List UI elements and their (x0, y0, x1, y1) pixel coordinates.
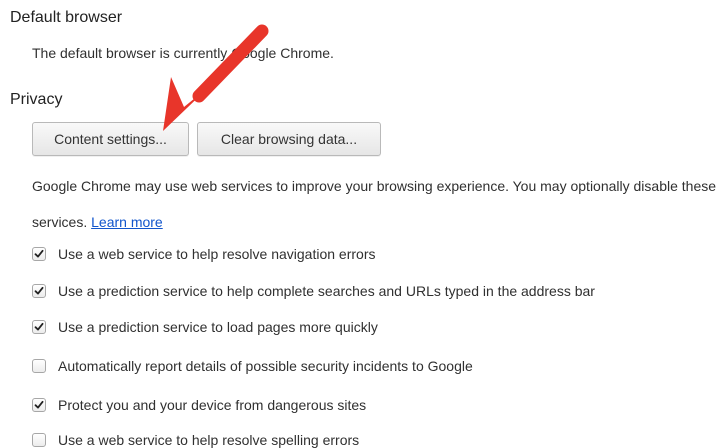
option-prediction-load[interactable]: Use a prediction service to load pages m… (32, 318, 378, 336)
checkmark-icon (34, 286, 44, 295)
option-spelling-errors[interactable]: Use a web service to help resolve spelli… (32, 431, 359, 448)
checkmark-icon (34, 322, 44, 331)
navigation-errors-checkbox[interactable] (32, 247, 46, 261)
option-navigation-errors[interactable]: Use a web service to help resolve naviga… (32, 245, 376, 263)
checkmark-icon (34, 249, 44, 258)
default-browser-status: The default browser is currently Google … (32, 45, 334, 61)
privacy-description: Google Chrome may use web services to im… (32, 168, 718, 240)
security-incidents-checkbox[interactable] (32, 359, 46, 373)
option-prediction-search[interactable]: Use a prediction service to help complet… (32, 282, 595, 300)
option-security-incidents[interactable]: Automatically report details of possible… (32, 357, 473, 375)
clear-browsing-data-button[interactable]: Clear browsing data... (197, 122, 381, 156)
content-settings-button[interactable]: Content settings... (32, 122, 189, 156)
default-browser-heading: Default browser (10, 9, 123, 26)
dangerous-sites-label: Protect you and your device from dangero… (58, 397, 367, 413)
checkmark-icon (34, 400, 44, 409)
prediction-load-checkbox[interactable] (32, 320, 46, 334)
prediction-search-label: Use a prediction service to help complet… (58, 283, 595, 299)
prediction-load-label: Use a prediction service to load pages m… (58, 319, 378, 335)
option-dangerous-sites[interactable]: Protect you and your device from dangero… (32, 396, 366, 414)
spelling-errors-label: Use a web service to help resolve spelli… (58, 432, 360, 448)
chrome-settings-page: Default browser The default browser is c… (0, 0, 718, 448)
spelling-errors-checkbox[interactable] (32, 433, 46, 447)
privacy-heading: Privacy (10, 91, 63, 108)
dangerous-sites-checkbox[interactable] (32, 398, 46, 412)
prediction-search-checkbox[interactable] (32, 284, 46, 298)
learn-more-link[interactable]: Learn more (91, 214, 163, 230)
security-incidents-label: Automatically report details of possible… (58, 358, 473, 374)
navigation-errors-label: Use a web service to help resolve naviga… (58, 246, 376, 262)
